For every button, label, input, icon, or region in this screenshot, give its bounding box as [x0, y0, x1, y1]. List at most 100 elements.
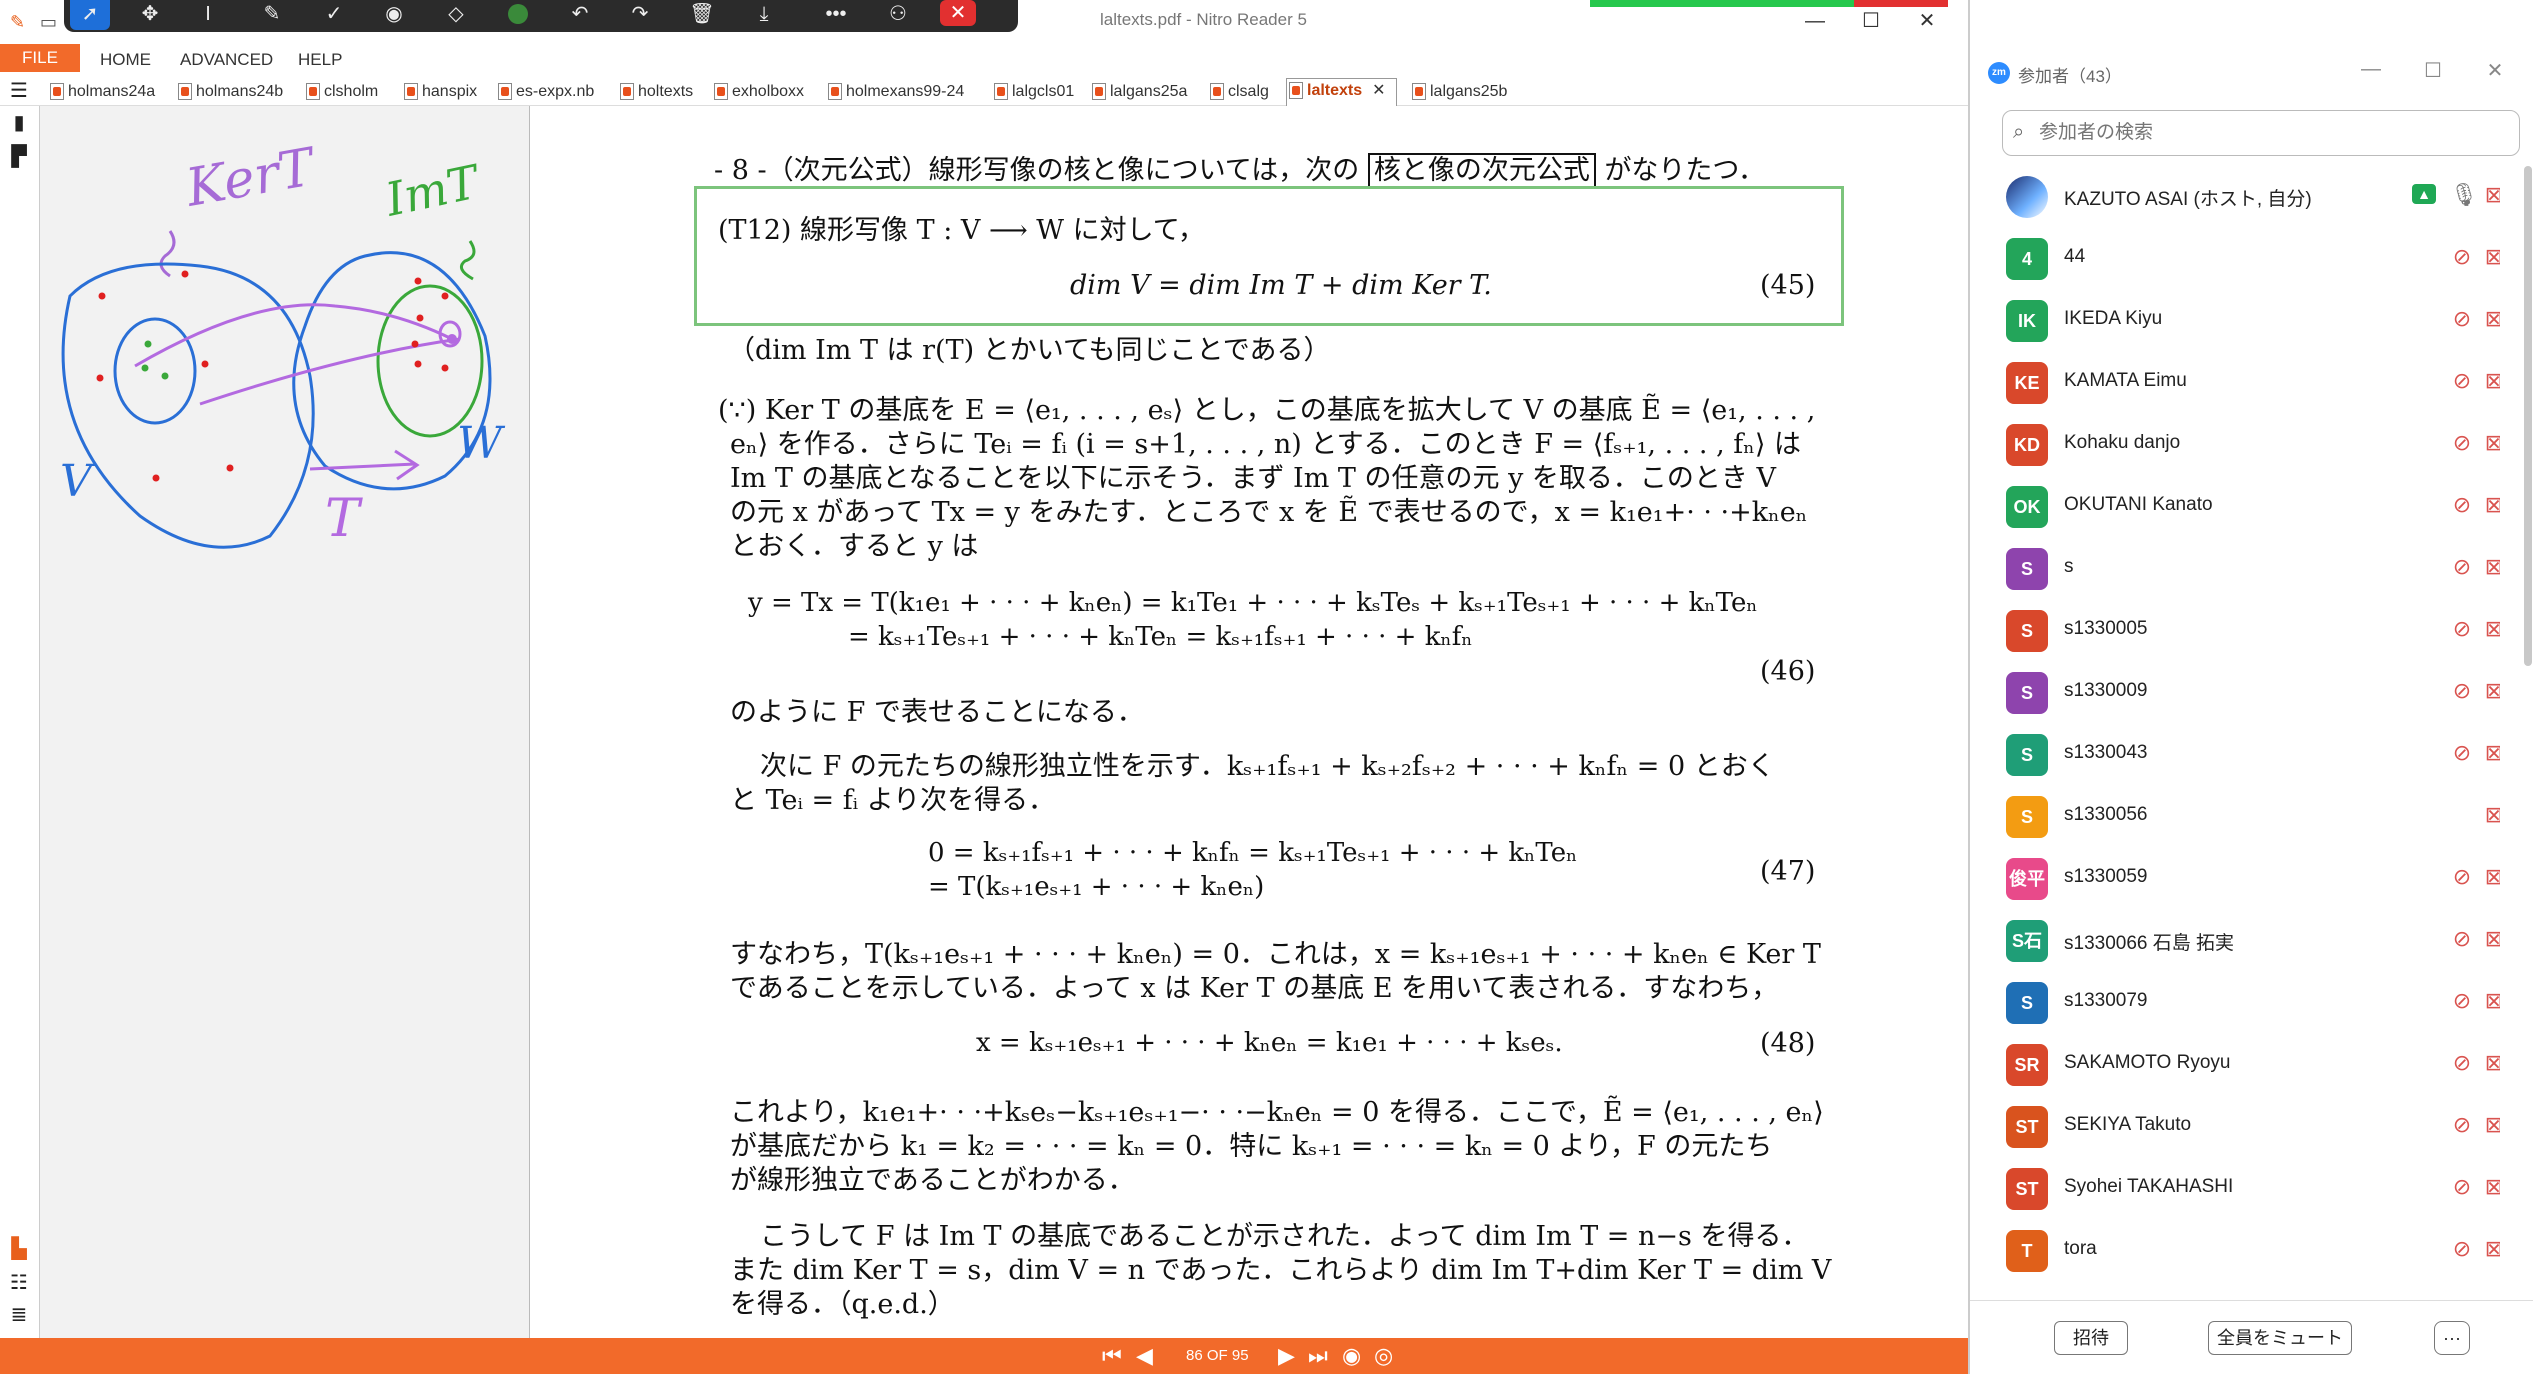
microphone-muted-icon[interactable]: ⊘: [2450, 1050, 2474, 1076]
video-off-icon[interactable]: ⊠: [2480, 678, 2500, 704]
microphone-muted-icon[interactable]: ⊘: [2450, 988, 2474, 1014]
next-page-icon[interactable]: ▶: [1278, 1342, 1295, 1370]
page-indicator[interactable]: 86 OF 95: [1186, 1346, 1249, 1366]
menu-file[interactable]: FILE: [0, 44, 80, 72]
eraser-icon[interactable]: ◇: [436, 0, 476, 30]
whiteboard-side-panel[interactable]: KerT ImT V W T: [40, 106, 530, 1338]
video-off-icon[interactable]: ⊠: [2480, 1050, 2500, 1076]
microphone-muted-icon[interactable]: ⊘: [2450, 244, 2474, 270]
menu-home[interactable]: HOME: [100, 48, 151, 72]
tab-lalgans25a[interactable]: lalgans25a: [1090, 80, 1187, 104]
bookmark-icon[interactable]: ▮: [8, 112, 30, 134]
participant-row[interactable]: KE KAMATA Eimu ⊘ ⊠: [1970, 350, 2500, 412]
video-off-icon[interactable]: ⊠: [2480, 616, 2500, 642]
participant-row[interactable]: KAZUTO ASAI (ホスト, 自分) ▲ 🎙 ⊠: [1970, 164, 2500, 226]
folder-icon[interactable]: ▭: [40, 12, 62, 32]
video-off-icon[interactable]: ⊠: [2480, 244, 2500, 270]
outline-icon[interactable]: ☷: [8, 1272, 30, 1294]
flag-icon[interactable]: ▛: [8, 146, 30, 168]
microphone-muted-icon[interactable]: ⊘: [2450, 740, 2474, 766]
check-icon[interactable]: ✓: [314, 0, 354, 30]
share-icon[interactable]: ⚇: [878, 0, 918, 30]
list-icon[interactable]: ≣: [8, 1304, 30, 1326]
microphone-muted-icon[interactable]: ⊘: [2450, 864, 2474, 890]
color-dot-icon[interactable]: [498, 0, 538, 30]
menu-advanced[interactable]: ADVANCED: [180, 48, 273, 72]
video-off-icon[interactable]: ⊠: [2480, 802, 2500, 828]
tab-holmans24b[interactable]: holmans24b: [176, 80, 283, 104]
tab-hanspix[interactable]: hanspix: [402, 80, 477, 104]
close-icon[interactable]: ✕: [940, 0, 976, 26]
tab-lalgans25b[interactable]: lalgans25b: [1410, 80, 1507, 104]
video-off-icon[interactable]: ⊠: [2480, 926, 2500, 952]
participant-row[interactable]: S石 s1330066 石島 拓実 ⊘ ⊠: [1970, 908, 2500, 970]
participant-row[interactable]: Ss1330043 ⊘ ⊠: [1970, 722, 2500, 784]
microphone-muted-icon[interactable]: ⊘: [2450, 1112, 2474, 1138]
participant-list[interactable]: KAZUTO ASAI (ホスト, 自分) ▲ 🎙 ⊠ 4 44 ⊘ ⊠ IK IKEDA Kiy…: [1970, 164, 2500, 1290]
move-icon[interactable]: ✥: [130, 0, 170, 30]
close-button[interactable]: ✕: [1912, 6, 1942, 36]
participant-row[interactable]: IK IKEDA Kiyu ⊘ ⊠: [1970, 288, 2500, 350]
stamp-icon[interactable]: ◉: [374, 0, 414, 30]
microphone-muted-icon[interactable]: ⊘: [2450, 678, 2474, 704]
pages-panel-icon[interactable]: ☰: [8, 80, 30, 102]
maximize-button[interactable]: ☐: [1856, 6, 1886, 36]
previous-view-icon[interactable]: ◉: [1342, 1342, 1361, 1370]
video-off-icon[interactable]: ⊠: [2480, 1236, 2500, 1262]
participant-row[interactable]: ST SEKIYA Takuto ⊘ ⊠: [1970, 1094, 2500, 1156]
first-page-icon[interactable]: ⏮: [1102, 1342, 1122, 1370]
screen-share-icon[interactable]: ▲: [2412, 184, 2436, 204]
participant-search-input[interactable]: [2039, 119, 2509, 147]
video-off-icon[interactable]: ⊠: [2480, 306, 2500, 332]
tab-es-expx[interactable]: es-expx.nb: [496, 80, 594, 104]
participant-row[interactable]: Ttora ⊘ ⊠: [1970, 1218, 2500, 1280]
microphone-icon[interactable]: 🎙: [2450, 182, 2478, 208]
participant-search-box[interactable]: ⌕: [2002, 110, 2520, 156]
microphone-muted-icon[interactable]: ⊘: [2450, 1174, 2474, 1200]
undo-icon[interactable]: ↶: [560, 0, 600, 30]
trash-icon[interactable]: 🗑: [682, 0, 722, 30]
participant-row[interactable]: 俊平 s1330059 ⊘ ⊠: [1970, 846, 2500, 908]
video-off-icon[interactable]: ⊠: [2480, 740, 2500, 766]
participant-list-scrollbar[interactable]: [2524, 166, 2532, 666]
participant-row[interactable]: Ss1330009 ⊘ ⊠: [1970, 660, 2500, 722]
participant-row[interactable]: 4 44 ⊘ ⊠: [1970, 226, 2500, 288]
participant-row[interactable]: KD Kohaku danjo ⊘ ⊠: [1970, 412, 2500, 474]
zoom-minimize-icon[interactable]: —: [2356, 58, 2386, 81]
tab-exholboxx[interactable]: exholboxx: [712, 80, 804, 104]
video-off-icon[interactable]: ⊠: [2480, 1112, 2500, 1138]
microphone-muted-icon[interactable]: ⊘: [2450, 368, 2474, 394]
invite-button[interactable]: 招待: [2054, 1321, 2128, 1355]
zoom-maximize-icon[interactable]: ☐: [2418, 58, 2448, 83]
microphone-muted-icon[interactable]: ⊘: [2450, 554, 2474, 580]
participant-row[interactable]: OK OKUTANI Kanato ⊘ ⊠: [1970, 474, 2500, 536]
menu-help[interactable]: HELP: [298, 48, 342, 72]
video-off-icon[interactable]: ⊠: [2480, 182, 2500, 208]
more-icon[interactable]: •••: [816, 0, 856, 30]
tab-holmexans99-24[interactable]: holmexans99-24: [826, 80, 964, 104]
participant-row[interactable]: SR SAKAMOTO Ryoyu ⊘ ⊠: [1970, 1032, 2500, 1094]
video-off-icon[interactable]: ⊠: [2480, 554, 2500, 580]
microphone-muted-icon[interactable]: ⊘: [2450, 1236, 2474, 1262]
tab-clsholm[interactable]: clsholm: [304, 80, 378, 104]
video-off-icon[interactable]: ⊠: [2480, 368, 2500, 394]
tab-clsalg[interactable]: clsalg: [1208, 80, 1269, 104]
mute-all-button[interactable]: 全員をミュート: [2208, 1321, 2352, 1355]
zoom-close-icon[interactable]: ✕: [2480, 58, 2510, 83]
pointer-icon[interactable]: ➚: [70, 0, 110, 30]
microphone-muted-icon[interactable]: ⊘: [2450, 616, 2474, 642]
minimize-button[interactable]: —: [1800, 6, 1830, 36]
microphone-muted-icon[interactable]: ⊘: [2450, 492, 2474, 518]
video-off-icon[interactable]: ⊠: [2480, 1174, 2500, 1200]
microphone-muted-icon[interactable]: ⊘: [2450, 306, 2474, 332]
previous-page-icon[interactable]: ◀: [1136, 1342, 1153, 1370]
next-view-icon[interactable]: ◎: [1374, 1342, 1393, 1370]
tab-holtexts[interactable]: holtexts: [618, 80, 693, 104]
last-page-icon[interactable]: ⏭: [1308, 1342, 1328, 1370]
comments-panel-icon[interactable]: ▙: [8, 1238, 30, 1260]
tab-lalgcls01[interactable]: lalgcls01: [992, 80, 1074, 104]
microphone-muted-icon[interactable]: ⊘: [2450, 926, 2474, 952]
download-icon[interactable]: ⤓: [744, 0, 784, 30]
tab-laltexts[interactable]: laltexts ✕: [1286, 78, 1397, 106]
video-off-icon[interactable]: ⊠: [2480, 492, 2500, 518]
